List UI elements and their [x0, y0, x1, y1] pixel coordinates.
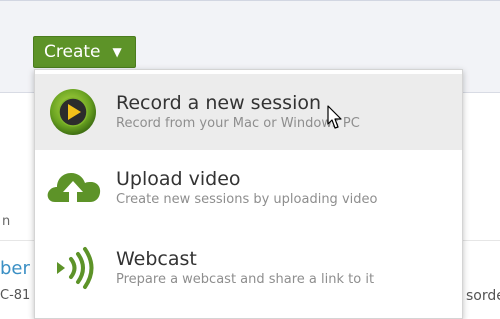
menu-item-title: Upload video	[116, 168, 241, 190]
background-text-fragment: n	[2, 214, 11, 229]
cloud-upload-icon	[47, 173, 101, 206]
menu-item-description: Prepare a webcast and share a link to it	[116, 272, 375, 287]
background-link-fragment[interactable]: ber	[0, 258, 30, 279]
background-id-fragment: C-81	[0, 288, 31, 303]
webcast-icon	[57, 247, 94, 289]
menu-item-title: Record a new session	[116, 92, 322, 114]
create-button[interactable]: Create ▼	[33, 36, 136, 68]
menu-item-title: Webcast	[116, 248, 197, 270]
menu-item-record-session[interactable]: Record a new session Record from your Ma…	[35, 74, 462, 150]
mouse-pointer-icon	[327, 105, 342, 129]
background-text-fragment-right: sorde	[466, 288, 500, 304]
menu-item-webcast[interactable]: Webcast Prepare a webcast and share a li…	[35, 230, 462, 306]
menu-item-description: Create new sessions by uploading video	[116, 192, 378, 207]
create-button-label: Create	[44, 42, 101, 62]
record-play-icon	[50, 89, 96, 135]
chevron-down-icon: ▼	[112, 45, 122, 59]
menu-item-description: Record from your Mac or Windows PC	[116, 116, 360, 131]
create-dropdown-menu: Record a new session Record from your Ma…	[34, 69, 463, 319]
menu-item-upload-video[interactable]: Upload video Create new sessions by uplo…	[35, 150, 462, 226]
